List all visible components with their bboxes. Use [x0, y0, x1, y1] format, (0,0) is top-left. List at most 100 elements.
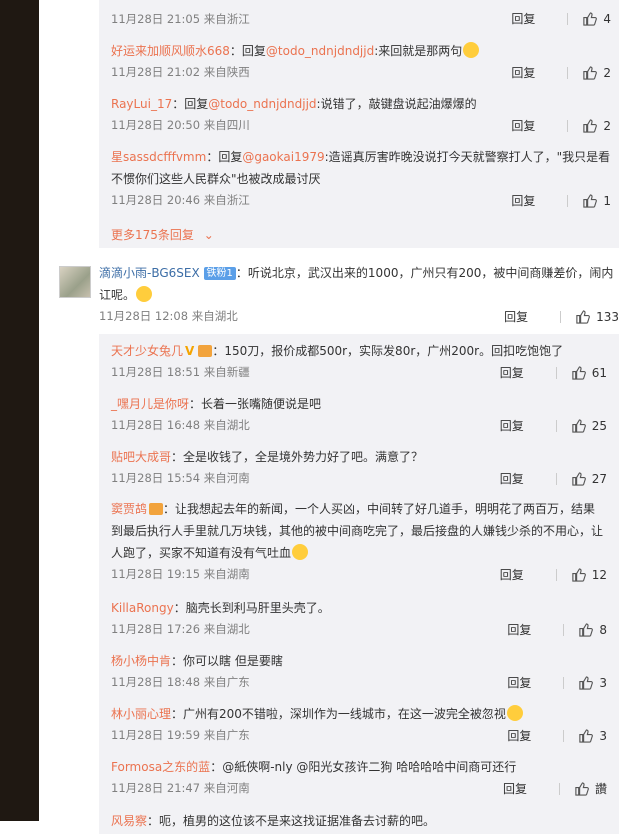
comment-meta: 11月28日 12:08 来自湖北 [99, 309, 238, 323]
reply-button[interactable]: 回复 [504, 308, 560, 325]
mention-link[interactable]: @todo_ndnjdndjjd [266, 44, 374, 58]
emoji-icon [506, 705, 523, 721]
reply-username[interactable]: 风易察 [111, 814, 147, 828]
reply-button[interactable]: 回复 [511, 10, 567, 27]
reply-item: 窦贾鸪 ：让我想起去年的新闻，一个人买凶，中间转了好几道手，明明花了两百万，结果到… [111, 502, 607, 582]
thumbs-up-icon [583, 194, 598, 208]
reply-actions: 回复 4 [511, 10, 611, 27]
thumbs-up-icon [576, 310, 590, 324]
reply-item: 好运来加顺风顺水668：回复@todo_ndnjdndjjd:来回就是那两句 1… [111, 42, 611, 80]
reply-username[interactable]: KillaRongy [111, 601, 174, 615]
reply-item: 星sassdcfffvmm：回复@gaokai1979:造谣真厉害昨晚没说打今天… [111, 150, 611, 208]
thumbs-up-icon [583, 12, 598, 26]
reply-button[interactable]: 回复 [511, 64, 567, 81]
reply-meta: 11月28日 16:48 来自湖北 [111, 418, 250, 432]
reply-username[interactable]: 贴吧大成哥 [111, 450, 171, 464]
like-count: 2 [603, 118, 611, 133]
avatar[interactable] [59, 266, 91, 298]
reply-button[interactable]: 回复 [500, 566, 556, 583]
reply-actions: 回复 讚 [503, 780, 607, 797]
reply-item: RayLui_17：回复@todo_ndnjdndjjd:说错了，敲键盘说起油爆… [111, 97, 611, 133]
reply-item: KillaRongy：脑壳长到利马肝里头壳了。 11月28日 17:26 来自湖北… [111, 601, 607, 637]
reply-username[interactable]: 杨小杨中肯 [111, 654, 171, 668]
reply-button[interactable]: 回复 [500, 364, 556, 381]
reply-username[interactable]: _嘿月儿是你呀 [111, 397, 189, 411]
like-count: 27 [591, 471, 607, 486]
like-button[interactable]: 25 [571, 418, 607, 433]
like-count: 25 [591, 418, 607, 433]
mention-link[interactable]: @gaokai1979 [242, 150, 324, 164]
reply-item: 杨小杨中肯：你可以瞎 但是要瞎 11月28日 18:48 来自广东 回复 3 [111, 654, 607, 690]
reply-button[interactable]: 回复 [500, 417, 556, 434]
like-button[interactable]: 3 [578, 675, 607, 690]
like-button[interactable]: 133 [575, 309, 619, 324]
mention-link[interactable]: @todo_ndnjdndjjd [208, 97, 316, 111]
thumbs-up-icon [572, 419, 586, 433]
reply-meta: 11月28日 19:59 来自广东 [111, 728, 250, 742]
thumbs-up-icon [583, 119, 598, 133]
reply-meta: 11月28日 19:15 来自湖南 [111, 567, 250, 581]
reply-button[interactable]: 回复 [500, 470, 556, 487]
reply-button[interactable]: 回复 [507, 727, 563, 744]
reply-button[interactable]: 回复 [511, 117, 567, 134]
reply-username[interactable]: Formosa之东的蓝 [111, 760, 210, 774]
reply-username[interactable]: 天才少女兔几 [111, 344, 183, 358]
emoji-icon [463, 42, 480, 58]
reply-button[interactable]: 回复 [507, 621, 563, 638]
like-count: 3 [599, 728, 607, 743]
like-button[interactable]: 27 [571, 471, 607, 486]
reply-item: 贴吧大成哥：全是收钱了，全是境外势力好了吧。满意了？ 11月28日 15:54 来… [111, 450, 607, 486]
like-button[interactable]: 61 [571, 365, 607, 380]
like-button[interactable]: 8 [578, 622, 607, 637]
reply-actions: 回复 1 [511, 192, 611, 209]
thumbs-up-icon [572, 568, 586, 582]
reply-actions: 回复 27 [500, 470, 607, 487]
emoji-icon [292, 544, 309, 560]
reply-actions: 回复 3 [507, 674, 607, 691]
like-button[interactable]: 2 [582, 118, 611, 133]
reply-button[interactable]: 回复 [511, 192, 567, 209]
like-count: 61 [591, 365, 607, 380]
thumbs-up-icon [583, 66, 598, 80]
like-button[interactable]: 12 [571, 567, 607, 582]
reply-username[interactable]: 林小丽心理 [111, 707, 171, 721]
comment-actions: 回复 133 [504, 308, 619, 325]
reply-button[interactable]: 回复 [507, 674, 563, 691]
like-count: 4 [603, 11, 611, 26]
thumbs-up-icon [575, 782, 589, 796]
reply-username[interactable]: 好运来加顺风顺水668 [111, 44, 230, 58]
reply-username[interactable]: 星sassdcfffvmm [111, 150, 206, 164]
comment-username[interactable]: 滴滴小雨-BG6SEX [99, 266, 200, 280]
like-count: 1 [603, 193, 611, 208]
more-replies-link[interactable]: 更多175条回复 ⌄ [111, 226, 214, 243]
left-dark-panel [0, 0, 39, 821]
like-count: 12 [591, 567, 607, 582]
reply-item: _嘿月儿是你呀：长着一张嘴随便说是吧 11月28日 16:48 来自湖北 回复 25 [111, 397, 607, 433]
thumbs-up-icon [572, 472, 586, 486]
comment-text: 滴滴小雨-BG6SEX 铁粉1 ：听说北京，武汉出来的1000，广州只有200，被… [99, 266, 614, 302]
reply-meta: 11月28日 20:46 来自浙江 [111, 193, 250, 207]
reply-actions: 回复 12 [500, 566, 607, 583]
like-button[interactable]: 1 [582, 193, 611, 208]
like-count: 2 [603, 65, 611, 80]
like-button[interactable]: 4 [582, 11, 611, 26]
fan-badge: 铁粉1 [203, 267, 236, 280]
member-badge-icon [198, 345, 213, 357]
reply-username[interactable]: 窦贾鸪 [111, 502, 147, 516]
reply-actions: 回复 3 [507, 727, 607, 744]
like-button[interactable]: 3 [578, 728, 607, 743]
like-button[interactable]: 2 [582, 65, 611, 80]
reply-meta: 11月28日 15:54 来自河南 [111, 471, 250, 485]
reply-actions: 回复 61 [500, 364, 607, 381]
like-button[interactable]: 讚 [574, 780, 607, 797]
thumbs-up-icon [572, 366, 586, 380]
thumbs-up-icon [579, 676, 594, 690]
thumbs-up-icon [579, 729, 594, 743]
like-count: 8 [599, 622, 607, 637]
reply-button[interactable]: 回复 [503, 780, 559, 797]
reply-meta: 11月28日 17:26 来自湖北 [111, 622, 250, 636]
reply-username[interactable]: RayLui_17 [111, 97, 172, 111]
reply-item: Formosa之东的蓝：@紙俠啊-nly @阳光女孩许二狗 哈哈哈哈中间商可还行… [111, 760, 607, 796]
chevron-down-icon: ⌄ [203, 228, 214, 242]
verified-icon: V [185, 344, 195, 358]
